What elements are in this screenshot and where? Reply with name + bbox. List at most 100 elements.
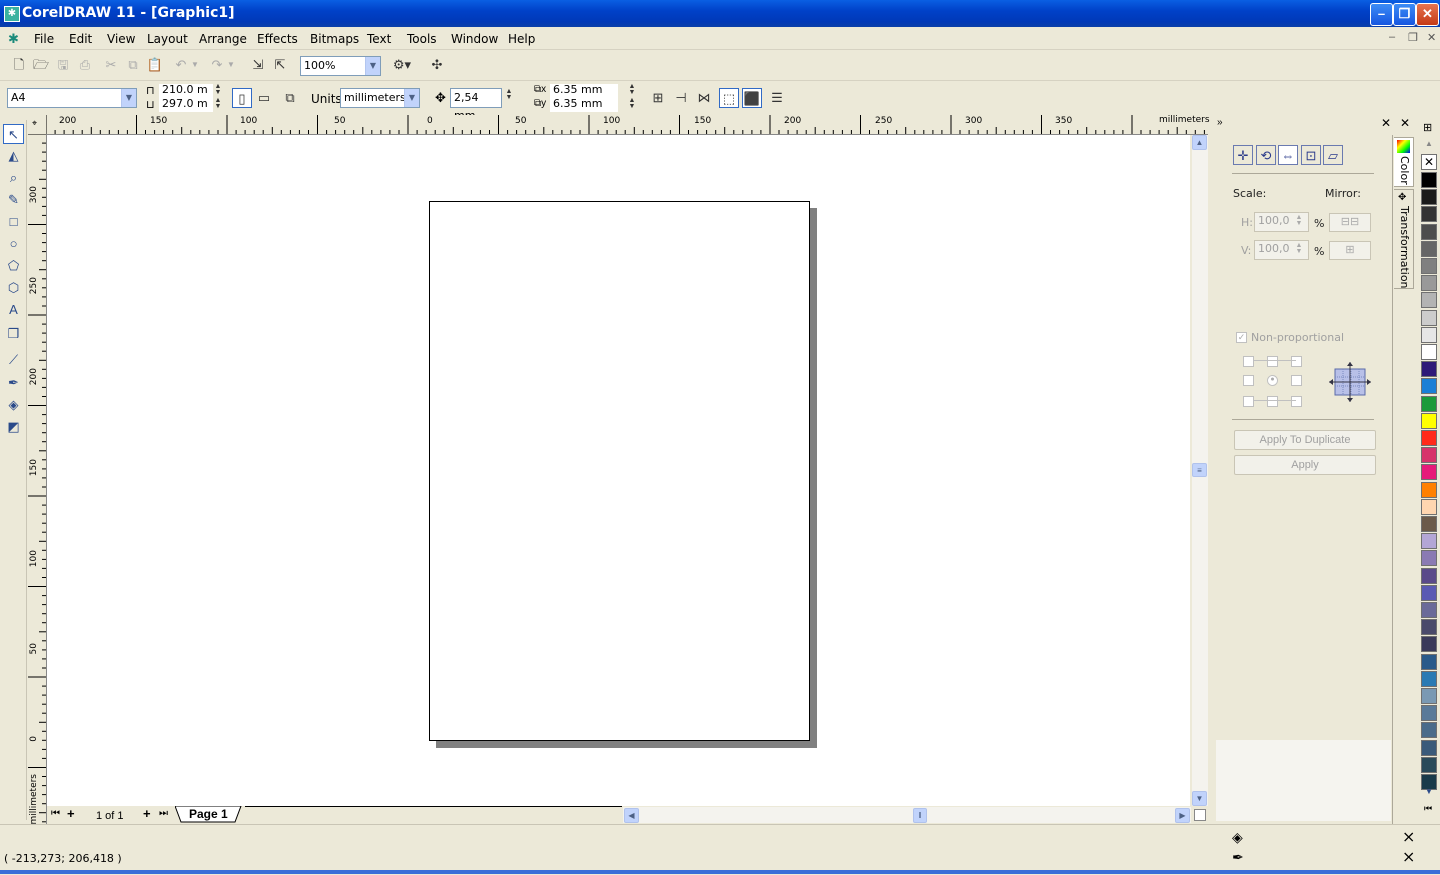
menu-tools[interactable]: Tools	[407, 32, 437, 46]
draw-with-fill-icon[interactable]: ⬛	[742, 88, 762, 108]
anchor-middle-right[interactable]	[1291, 375, 1302, 386]
save-icon[interactable]: 🖫	[53, 55, 73, 75]
polygon-tool-icon[interactable]: ⬠	[3, 256, 24, 276]
scale-v-spinner[interactable]: ▲ ▼	[1294, 242, 1304, 255]
tab-transformation[interactable]: ✥ Transformation	[1394, 189, 1414, 289]
menu-bitmaps[interactable]: Bitmaps	[310, 32, 359, 46]
color-swatch[interactable]	[1421, 447, 1437, 464]
mirror-vertical-icon[interactable]: ⊞	[1329, 241, 1371, 260]
redo-dropdown-icon[interactable]: ▼	[225, 55, 237, 75]
menu-window[interactable]: Window	[451, 32, 498, 46]
redo-icon[interactable]: ↷	[207, 55, 227, 75]
color-swatch[interactable]	[1421, 395, 1437, 412]
tab-color[interactable]: Color	[1394, 137, 1414, 187]
color-swatch[interactable]	[1421, 412, 1437, 429]
interactive-fill-tool-icon[interactable]: ◩	[3, 417, 24, 437]
color-swatch[interactable]	[1421, 309, 1437, 326]
menu-view[interactable]: View	[107, 32, 135, 46]
snap-objects-icon[interactable]: ⋈	[694, 88, 714, 108]
apply-button[interactable]: Apply	[1234, 455, 1376, 475]
color-swatch[interactable]	[1421, 756, 1437, 773]
scale-h-spinner[interactable]: ▲ ▼	[1294, 214, 1304, 227]
options-icon[interactable]: ☰	[767, 88, 787, 108]
size-icon[interactable]: ⊡	[1301, 145, 1321, 165]
last-page-icon[interactable]: ⏭	[159, 808, 168, 819]
menu-text[interactable]: Text	[367, 32, 391, 46]
undo-dropdown-icon[interactable]: ▼	[189, 55, 201, 75]
color-swatch[interactable]	[1421, 653, 1437, 670]
all-pages-icon[interactable]: ⧉	[280, 88, 300, 108]
application-launcher-icon[interactable]: ⚙▾	[389, 55, 415, 75]
rotate-icon[interactable]: ⟲	[1256, 145, 1276, 165]
outline-indicator-icon[interactable]: ✒	[1232, 849, 1244, 866]
freehand-tool-icon[interactable]: ✎	[3, 190, 24, 210]
color-swatch[interactable]	[1421, 619, 1437, 636]
basic-shapes-tool-icon[interactable]: ⬡	[3, 278, 24, 298]
menu-arrange[interactable]: Arrange	[199, 32, 247, 46]
cut-icon[interactable]: ✂	[101, 55, 121, 75]
fill-indicator-icon[interactable]: ◈	[1232, 829, 1243, 846]
units-select[interactable]: millimeters ▼	[340, 88, 420, 108]
landscape-icon[interactable]: ▭	[254, 88, 274, 108]
doc-minimize-button[interactable]: –	[1389, 31, 1395, 43]
vertical-scroll-thumb[interactable]: ≡	[1192, 463, 1207, 477]
anchor-bottom-left[interactable]	[1243, 396, 1254, 407]
anchor-top-center[interactable]	[1267, 356, 1278, 367]
menu-effects[interactable]: Effects	[257, 32, 298, 46]
anchor-bottom-center[interactable]	[1267, 396, 1278, 407]
ruler-origin[interactable]: ⌖	[28, 115, 47, 135]
color-swatch[interactable]	[1421, 206, 1437, 223]
color-swatch[interactable]	[1421, 189, 1437, 206]
docker-expand-icon[interactable]: »	[1217, 117, 1223, 128]
color-swatch[interactable]	[1421, 275, 1437, 292]
color-swatch[interactable]	[1421, 464, 1437, 481]
corel-online-icon[interactable]: ✣	[427, 55, 447, 75]
export-icon[interactable]: ⇱	[270, 55, 290, 75]
add-page-after-icon[interactable]: +	[143, 806, 151, 821]
copy-icon[interactable]: ⧉	[123, 55, 143, 75]
fill-tool-icon[interactable]: ◈	[3, 395, 24, 415]
page-tab[interactable]: Page 1	[189, 807, 228, 821]
nonproportional-checkbox[interactable]: ✓	[1236, 332, 1247, 343]
print-icon[interactable]: ⎙	[75, 55, 95, 75]
color-swatch[interactable]	[1421, 240, 1437, 257]
outline-tool-icon[interactable]: ✒	[3, 373, 24, 393]
docker-close-icon[interactable]: ✕	[1381, 116, 1391, 130]
color-swatch[interactable]	[1421, 223, 1437, 240]
color-swatch[interactable]	[1421, 636, 1437, 653]
vertical-scrollbar[interactable]: ▲ ≡ ▼	[1192, 135, 1208, 806]
snap-guidelines-icon[interactable]: ⊣	[671, 88, 691, 108]
page-height-spinner[interactable]: ▲ ▼	[213, 97, 223, 110]
scroll-down-icon[interactable]: ▼	[1192, 791, 1207, 806]
menu-file[interactable]: File	[34, 32, 54, 46]
palette-scroll-up-icon[interactable]: ▲	[1425, 139, 1433, 148]
palette-expand-icon[interactable]: ⏮	[1424, 803, 1432, 814]
portrait-icon[interactable]: ▯	[232, 88, 252, 108]
menu-layout[interactable]: Layout	[147, 32, 188, 46]
palette-scroll-down-icon[interactable]: ▼	[1425, 787, 1433, 796]
color-swatch[interactable]	[1421, 430, 1437, 446]
eyedropper-tool-icon[interactable]: ⟋	[3, 350, 24, 370]
page-width-spinner[interactable]: ▲ ▼	[213, 83, 223, 96]
first-page-icon[interactable]: ⏮	[51, 808, 60, 819]
color-swatch[interactable]	[1421, 516, 1437, 532]
rectangle-tool-icon[interactable]: □	[3, 212, 24, 232]
import-icon[interactable]: ⇲	[248, 55, 268, 75]
doc-close-button[interactable]: ✕	[1427, 31, 1436, 44]
open-icon[interactable]: 🗁	[31, 55, 51, 75]
color-swatch[interactable]	[1421, 705, 1437, 722]
palette-options-icon[interactable]: ⊞	[1423, 121, 1432, 134]
page-height-field[interactable]: 297.0 m	[159, 98, 213, 112]
no-color-swatch[interactable]: ✕	[1421, 154, 1437, 170]
vertical-ruler[interactable]: 300 250 200 150 100 50 0 millimeters	[28, 134, 47, 825]
color-swatch[interactable]	[1421, 584, 1437, 601]
nudge-spinner[interactable]: ▲ ▼	[504, 88, 514, 101]
duplicate-x-spinner[interactable]: ▲ ▼	[627, 83, 637, 96]
duplicate-y-field[interactable]: 6.35 mm	[550, 98, 618, 112]
menu-help[interactable]: Help	[508, 32, 535, 46]
anchor-center[interactable]: ●	[1267, 375, 1278, 386]
zoom-select[interactable]: 100% ▼	[300, 56, 381, 76]
color-swatch[interactable]	[1421, 533, 1437, 550]
color-swatch[interactable]	[1421, 378, 1437, 395]
menu-edit[interactable]: Edit	[69, 32, 92, 46]
